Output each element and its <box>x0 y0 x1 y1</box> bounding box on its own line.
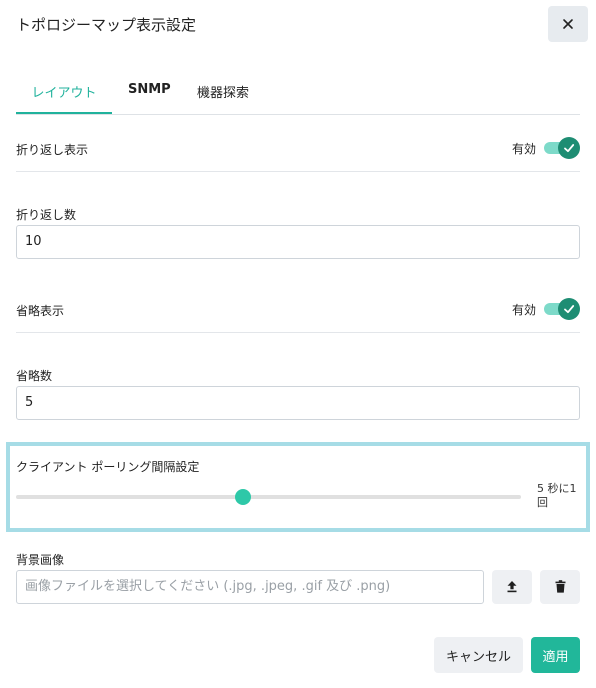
wrap-count-label: 折り返し数 <box>16 208 77 222</box>
polling-interval-value: 5 秒に1回 <box>537 482 577 509</box>
omit-display-toggle-group: 有効 <box>512 298 580 320</box>
omit-count-label: 省略数 <box>16 369 53 383</box>
omit-display-toggle[interactable] <box>544 298 580 320</box>
toggle-knob <box>558 137 580 159</box>
tab-snmp[interactable]: SNMP <box>128 72 171 114</box>
polling-interval-label: クライアント ポーリング間隔設定 <box>16 460 200 474</box>
background-image-label: 背景画像 <box>16 553 65 567</box>
topology-settings-dialog: トポロジーマップ表示設定 レイアウト SNMP 機器探索 折り返し表示 有効 折… <box>0 0 596 688</box>
trash-icon <box>555 578 566 597</box>
polling-interval-section: クライアント ポーリング間隔設定 5 秒に1回 <box>6 442 590 532</box>
dialog-title: トポロジーマップ表示設定 <box>16 16 197 34</box>
divider <box>16 332 580 333</box>
polling-slider-track[interactable] <box>16 495 521 499</box>
tab-device-discovery[interactable]: 機器探索 <box>197 72 249 114</box>
wrap-display-toggle[interactable] <box>544 137 580 159</box>
apply-button[interactable]: 適用 <box>531 637 580 673</box>
tab-layout[interactable]: レイアウト <box>16 72 112 114</box>
toggle-knob <box>558 298 580 320</box>
wrap-display-label: 折り返し表示 <box>16 143 89 157</box>
wrap-display-state-label: 有効 <box>511 141 536 156</box>
divider <box>16 171 580 172</box>
wrap-display-toggle-group: 有効 <box>512 137 580 159</box>
omit-display-state-label: 有効 <box>511 302 536 317</box>
delete-image-button[interactable] <box>540 570 580 604</box>
tab-bar: レイアウト SNMP 機器探索 <box>16 72 580 115</box>
wrap-count-input[interactable]: 10 <box>16 225 580 259</box>
check-icon <box>563 300 575 319</box>
omit-display-label: 省略表示 <box>16 304 65 318</box>
upload-button[interactable] <box>492 570 532 604</box>
cancel-button[interactable]: キャンセル <box>434 637 523 673</box>
omit-count-input[interactable]: 5 <box>16 386 580 420</box>
polling-slider-thumb[interactable] <box>235 489 251 505</box>
close-button[interactable] <box>548 6 588 42</box>
check-icon <box>563 139 575 158</box>
background-image-file-input[interactable]: 画像ファイルを選択してください (.jpg, .jpeg, .gif 及び .p… <box>16 570 484 604</box>
upload-icon <box>506 578 518 597</box>
close-icon <box>562 15 574 34</box>
